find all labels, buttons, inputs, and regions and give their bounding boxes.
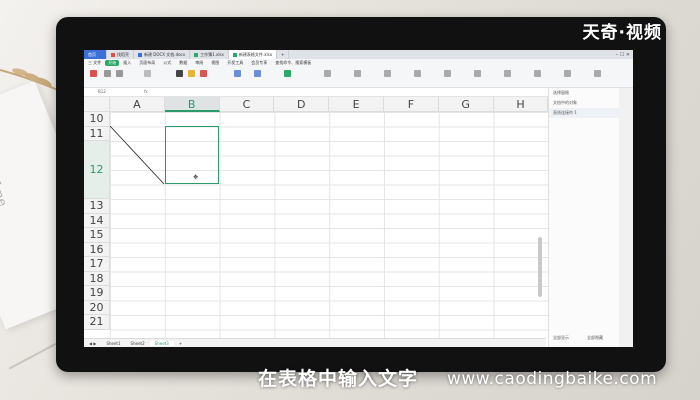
- column-header-selected[interactable]: B: [164, 97, 220, 112]
- name-box[interactable]: B12: [98, 89, 126, 94]
- tab-label: 新建 DOCX 文档.docx: [144, 52, 186, 57]
- menu-view[interactable]: 视图: [207, 60, 223, 66]
- side-icon-strip[interactable]: [619, 88, 633, 347]
- selection-pane: 选择窗格 文档中的对象 直线连接符 1 全部显示 全部隐藏: [548, 88, 633, 347]
- show-all-button[interactable]: 全部显示: [549, 333, 573, 343]
- row-header[interactable]: 11: [84, 126, 110, 141]
- merge-icon[interactable]: [254, 70, 261, 77]
- tab-label: 找稻壳: [117, 52, 129, 57]
- docx-icon: [138, 53, 142, 57]
- column-header-row: A B C D E F G H: [110, 97, 549, 112]
- paste-icon[interactable]: [90, 70, 97, 77]
- column-header[interactable]: G: [438, 97, 494, 112]
- hide-all-button[interactable]: 全部隐藏: [583, 333, 607, 343]
- new-tab-button[interactable]: +: [277, 50, 290, 59]
- row-header[interactable]: 16: [84, 242, 110, 257]
- selected-cell-b12[interactable]: [164, 125, 219, 184]
- tab-label: 新建表格文件.xlsx: [238, 52, 273, 57]
- sheet-tab-active[interactable]: Sheet3: [149, 341, 174, 346]
- row-header[interactable]: 19: [84, 286, 110, 301]
- spreadsheet-grid: A B C D E F G H 10 11 12 13 14 15 16 17 …: [84, 97, 549, 343]
- menu-review[interactable]: 审阅: [191, 60, 207, 66]
- column-header[interactable]: F: [383, 97, 439, 112]
- tab-docx[interactable]: 新建 DOCX 文档.docx: [134, 50, 191, 59]
- tab-label: 工作簿1.xlsx: [200, 52, 224, 57]
- row-header-column: 10 11 12 13 14 15 16 17 18 19 20 21: [84, 112, 110, 330]
- fill-color-icon[interactable]: [188, 70, 195, 77]
- row-header[interactable]: 10: [84, 112, 110, 127]
- column-header[interactable]: D: [274, 97, 330, 112]
- sort-icon[interactable]: [444, 70, 451, 77]
- add-sheet-button[interactable]: +: [174, 341, 187, 346]
- video-subtitle: 在表格中输入文字: [258, 368, 419, 390]
- menu-formulas[interactable]: 公式: [159, 60, 175, 66]
- search-command[interactable]: 查找命令、搜索模板: [271, 60, 315, 66]
- row-header[interactable]: 21: [84, 315, 110, 330]
- menu-file[interactable]: 三 文件: [84, 60, 105, 66]
- bold-icon[interactable]: [176, 70, 183, 77]
- number-format-icon[interactable]: [284, 70, 291, 77]
- worksheet-icon[interactable]: [564, 70, 571, 77]
- row-header[interactable]: 14: [84, 213, 110, 228]
- cell-icon[interactable]: [504, 70, 511, 77]
- column-header[interactable]: A: [110, 97, 165, 112]
- conditional-format-icon[interactable]: [324, 70, 331, 77]
- font-color-icon[interactable]: [200, 70, 207, 77]
- xlsx-icon: [194, 53, 199, 57]
- font-icon[interactable]: [144, 70, 151, 77]
- menu-bar: 三 文件 开始 插入 页面布局 公式 数据 审阅 视图 开发工具 会员专享 查找…: [84, 59, 633, 67]
- column-header[interactable]: H: [493, 97, 549, 112]
- select-all-corner[interactable]: [84, 97, 110, 112]
- copy-icon[interactable]: [116, 70, 123, 77]
- row-header[interactable]: 15: [84, 228, 110, 243]
- window-controls[interactable]: – ☐ ✕: [616, 52, 633, 58]
- menu-data[interactable]: 数据: [175, 60, 191, 66]
- tab-find-templates[interactable]: 找稻壳: [107, 50, 134, 59]
- sheet-tab[interactable]: Sheet1: [101, 341, 125, 346]
- menu-member[interactable]: 会员专享: [247, 60, 271, 66]
- table-style-icon[interactable]: [354, 70, 361, 77]
- website-watermark: www.caodingbaike.com: [447, 369, 658, 389]
- sheet-tab-bar: ◀ ▶ Sheet1 Sheet2 Sheet3 +: [84, 338, 546, 347]
- fx-icon[interactable]: fx: [144, 89, 148, 94]
- mouse-cursor-icon: ✥: [193, 174, 199, 181]
- row-col-icon[interactable]: [534, 70, 541, 77]
- vertical-scrollbar[interactable]: [538, 237, 542, 297]
- filter-icon[interactable]: [414, 70, 421, 77]
- column-header[interactable]: E: [329, 97, 384, 112]
- sum-icon[interactable]: [384, 70, 391, 77]
- xlsx-icon: [232, 53, 237, 57]
- ribbon-toolbar: [84, 67, 633, 88]
- column-header[interactable]: C: [219, 97, 275, 112]
- find-icon[interactable]: [594, 70, 601, 77]
- fill-icon[interactable]: [474, 70, 481, 77]
- align-icon[interactable]: [234, 70, 241, 77]
- tab-new-table[interactable]: 新建表格文件.xlsx: [228, 50, 278, 59]
- document-tab-bar: 首页 找稻壳 新建 DOCX 文档.docx 工作簿1.xlsx 新建表格文件.…: [84, 50, 633, 59]
- sheet-tab[interactable]: Sheet2: [126, 341, 150, 346]
- menu-page-layout[interactable]: 页面布局: [135, 60, 159, 66]
- spreadsheet-window: 首页 找稻壳 新建 DOCX 文档.docx 工作簿1.xlsx 新建表格文件.…: [84, 50, 633, 347]
- tab-home[interactable]: 首页: [84, 50, 107, 59]
- cut-icon[interactable]: [104, 70, 111, 77]
- menu-home[interactable]: 开始: [105, 60, 120, 66]
- watermark-logo: 天奇·视频: [582, 23, 662, 43]
- row-header[interactable]: 18: [84, 271, 110, 286]
- template-icon: [111, 53, 115, 57]
- sheet-nav-icon[interactable]: ◀ ▶: [84, 341, 101, 346]
- menu-developer[interactable]: 开发工具: [223, 60, 247, 66]
- tab-workbook1[interactable]: 工作簿1.xlsx: [190, 50, 229, 59]
- row-header[interactable]: 13: [84, 199, 110, 214]
- row-header[interactable]: 20: [84, 300, 110, 315]
- row-header[interactable]: 17: [84, 257, 110, 272]
- menu-insert[interactable]: 插入: [119, 60, 135, 66]
- row-header-selected[interactable]: 12: [84, 141, 110, 199]
- diagonal-line-shape[interactable]: [110, 126, 170, 186]
